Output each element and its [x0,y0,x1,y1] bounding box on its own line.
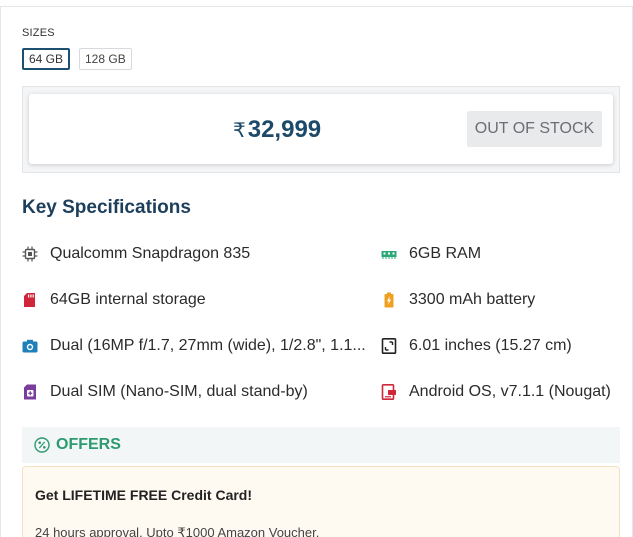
offer-card[interactable]: Get LIFETIME FREE Credit Card! 24 hours … [22,466,620,537]
size-option-128gb[interactable]: 128 GB [79,48,132,70]
spec-text: 6.01 inches (15.27 cm) [409,337,572,354]
price-section: ₹32,999 OUT OF STOCK [22,86,620,173]
offers-label: OFFERS [56,436,121,453]
key-specifications-heading: Key Specifications [22,197,191,218]
spec-text: Qualcomm Snapdragon 835 [50,245,251,262]
camera-icon [22,339,38,353]
os-icon [381,384,396,400]
ram-icon [381,251,397,259]
spec-text: Dual SIM (Nano-SIM, dual stand-by) [50,383,308,400]
out-of-stock-button[interactable]: OUT OF STOCK [467,111,602,147]
storage-card-icon [24,293,35,307]
offer-percent-icon [34,437,50,453]
screen-size-icon [381,338,397,354]
price-card: ₹32,999 OUT OF STOCK [29,94,613,164]
battery-icon [384,292,394,308]
sim-card-icon [24,384,36,400]
price-amount: 32,999 [247,116,322,143]
spec-text: 6GB RAM [409,245,482,262]
currency-symbol: ₹ [233,120,246,142]
offers-header: OFFERS [22,427,620,463]
sizes-label: SIZES [22,27,55,39]
spec-text: 3300 mAh battery [409,291,536,308]
price: ₹32,999 [233,116,321,144]
spec-text: 64GB internal storage [50,291,206,308]
processor-chip-icon [22,246,38,262]
spec-text: Android OS, v7.1.1 (Nougat) [409,383,611,400]
size-option-64gb[interactable]: 64 GB [22,48,71,70]
offer-description: 24 hours approval, Upto ₹1000 Amazon Vou… [35,525,320,537]
spec-text: Dual (16MP f/1.7, 27mm (wide), 1/2.8", 1… [50,337,366,354]
offer-title: Get LIFETIME FREE Credit Card! [35,487,253,503]
